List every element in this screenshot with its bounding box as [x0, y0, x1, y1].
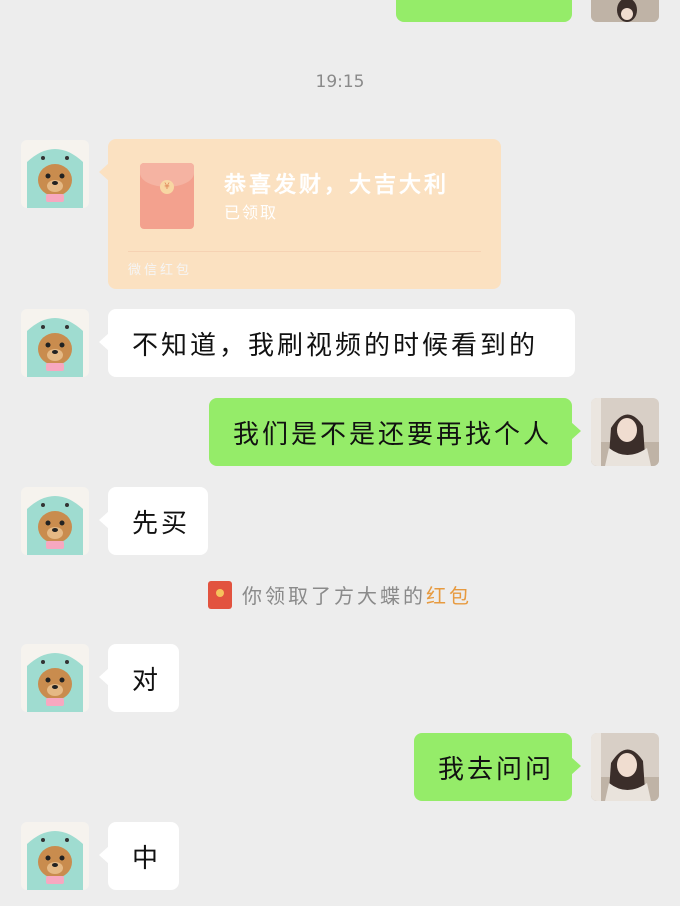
dog-avatar-icon — [21, 644, 89, 712]
previous-message-bubble[interactable] — [396, 0, 572, 22]
message-bubble[interactable]: 我去问问 — [414, 733, 581, 801]
message-bubble[interactable]: 中 — [99, 822, 179, 890]
friend-avatar[interactable] — [21, 644, 89, 712]
self-avatar[interactable] — [591, 398, 659, 466]
red-packet-title: 恭喜发财，大吉大利 — [224, 173, 450, 198]
red-packet-card[interactable]: ¥ 恭喜发财，大吉大利 已领取 微信红包 — [99, 139, 501, 289]
red-packet-link[interactable]: 红包 — [426, 580, 472, 609]
friend-avatar[interactable] — [21, 822, 89, 890]
dog-avatar-icon — [21, 140, 89, 208]
message-bubble[interactable]: 对 — [99, 644, 179, 712]
friend-avatar[interactable] — [21, 309, 89, 377]
girl-avatar-icon — [591, 0, 659, 22]
red-packet-status: 已领取 — [224, 203, 279, 222]
friend-avatar[interactable] — [21, 487, 89, 555]
self-avatar[interactable] — [591, 733, 659, 801]
red-packet-divider — [128, 251, 481, 252]
dog-avatar-icon — [21, 487, 89, 555]
message-bubble[interactable]: 先买 — [99, 487, 208, 555]
girl-avatar-icon — [591, 733, 659, 801]
friend-avatar[interactable] — [21, 140, 89, 208]
system-notice: 你领取了方大蝶的 红包 — [0, 580, 680, 609]
time-divider: 19:15 — [315, 72, 365, 92]
red-envelope-icon: ¥ — [140, 163, 194, 229]
red-envelope-icon — [208, 580, 232, 609]
dog-avatar-icon — [21, 309, 89, 377]
dog-avatar-icon — [21, 822, 89, 890]
self-avatar[interactable] — [591, 0, 659, 22]
message-bubble[interactable]: 不知道，我刷视频的时候看到的 — [99, 309, 575, 377]
message-bubble[interactable]: 我们是不是还要再找个人 — [209, 398, 581, 466]
girl-avatar-icon — [591, 398, 659, 466]
system-notice-text: 你领取了方大蝶的 — [242, 584, 426, 608]
coin-icon: ¥ — [160, 180, 174, 194]
red-packet-footer: 微信红包 — [128, 263, 193, 278]
